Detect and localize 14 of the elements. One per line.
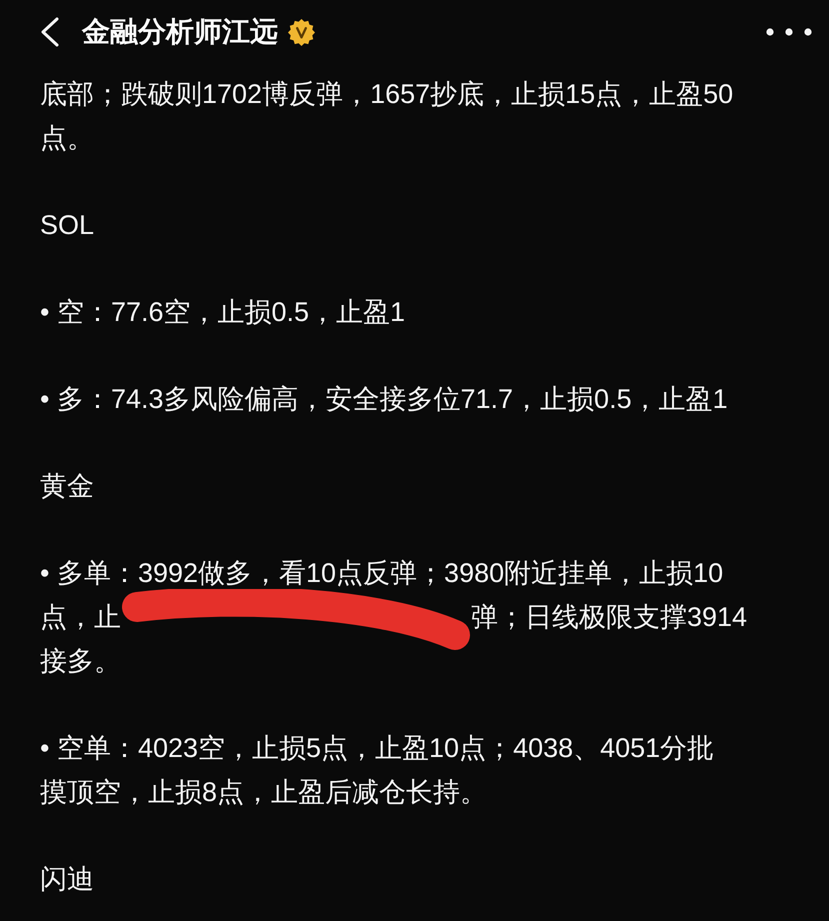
account-title: 金融分析师江远 — [82, 15, 278, 49]
paragraph-text: 底部；跌破则1702博反弹，1657抄底，止损15点，止盈50 点。 — [40, 78, 734, 155]
paragraph-text: 黄金 — [40, 470, 94, 503]
text-line: 弹；日线极限支撑3914 — [471, 601, 748, 634]
paragraph-text: • 空：77.6空，止损0.5，止盈1 — [40, 296, 406, 329]
text-line: 点，止 — [40, 601, 121, 634]
paragraph-text: SOL — [40, 209, 94, 242]
back-icon[interactable] — [40, 17, 60, 47]
paragraph-text: • 多：74.3多风险偏高，安全接多位71.7，止损0.5，止盈1 — [40, 383, 728, 416]
paragraph-text: • 空单：4023空，止损5点，止盈10点；4038、4051分批 摸顶空，止损8点，止盈后减仓长持。 — [40, 732, 714, 809]
text-line: • 多单：3992做多，看10点反弹；3980附近挂单，止损10 — [40, 557, 724, 590]
more-icon[interactable] — [766, 28, 812, 36]
text-line: 接多。 — [40, 645, 121, 678]
paragraph-text: 闪迪 — [40, 863, 94, 896]
